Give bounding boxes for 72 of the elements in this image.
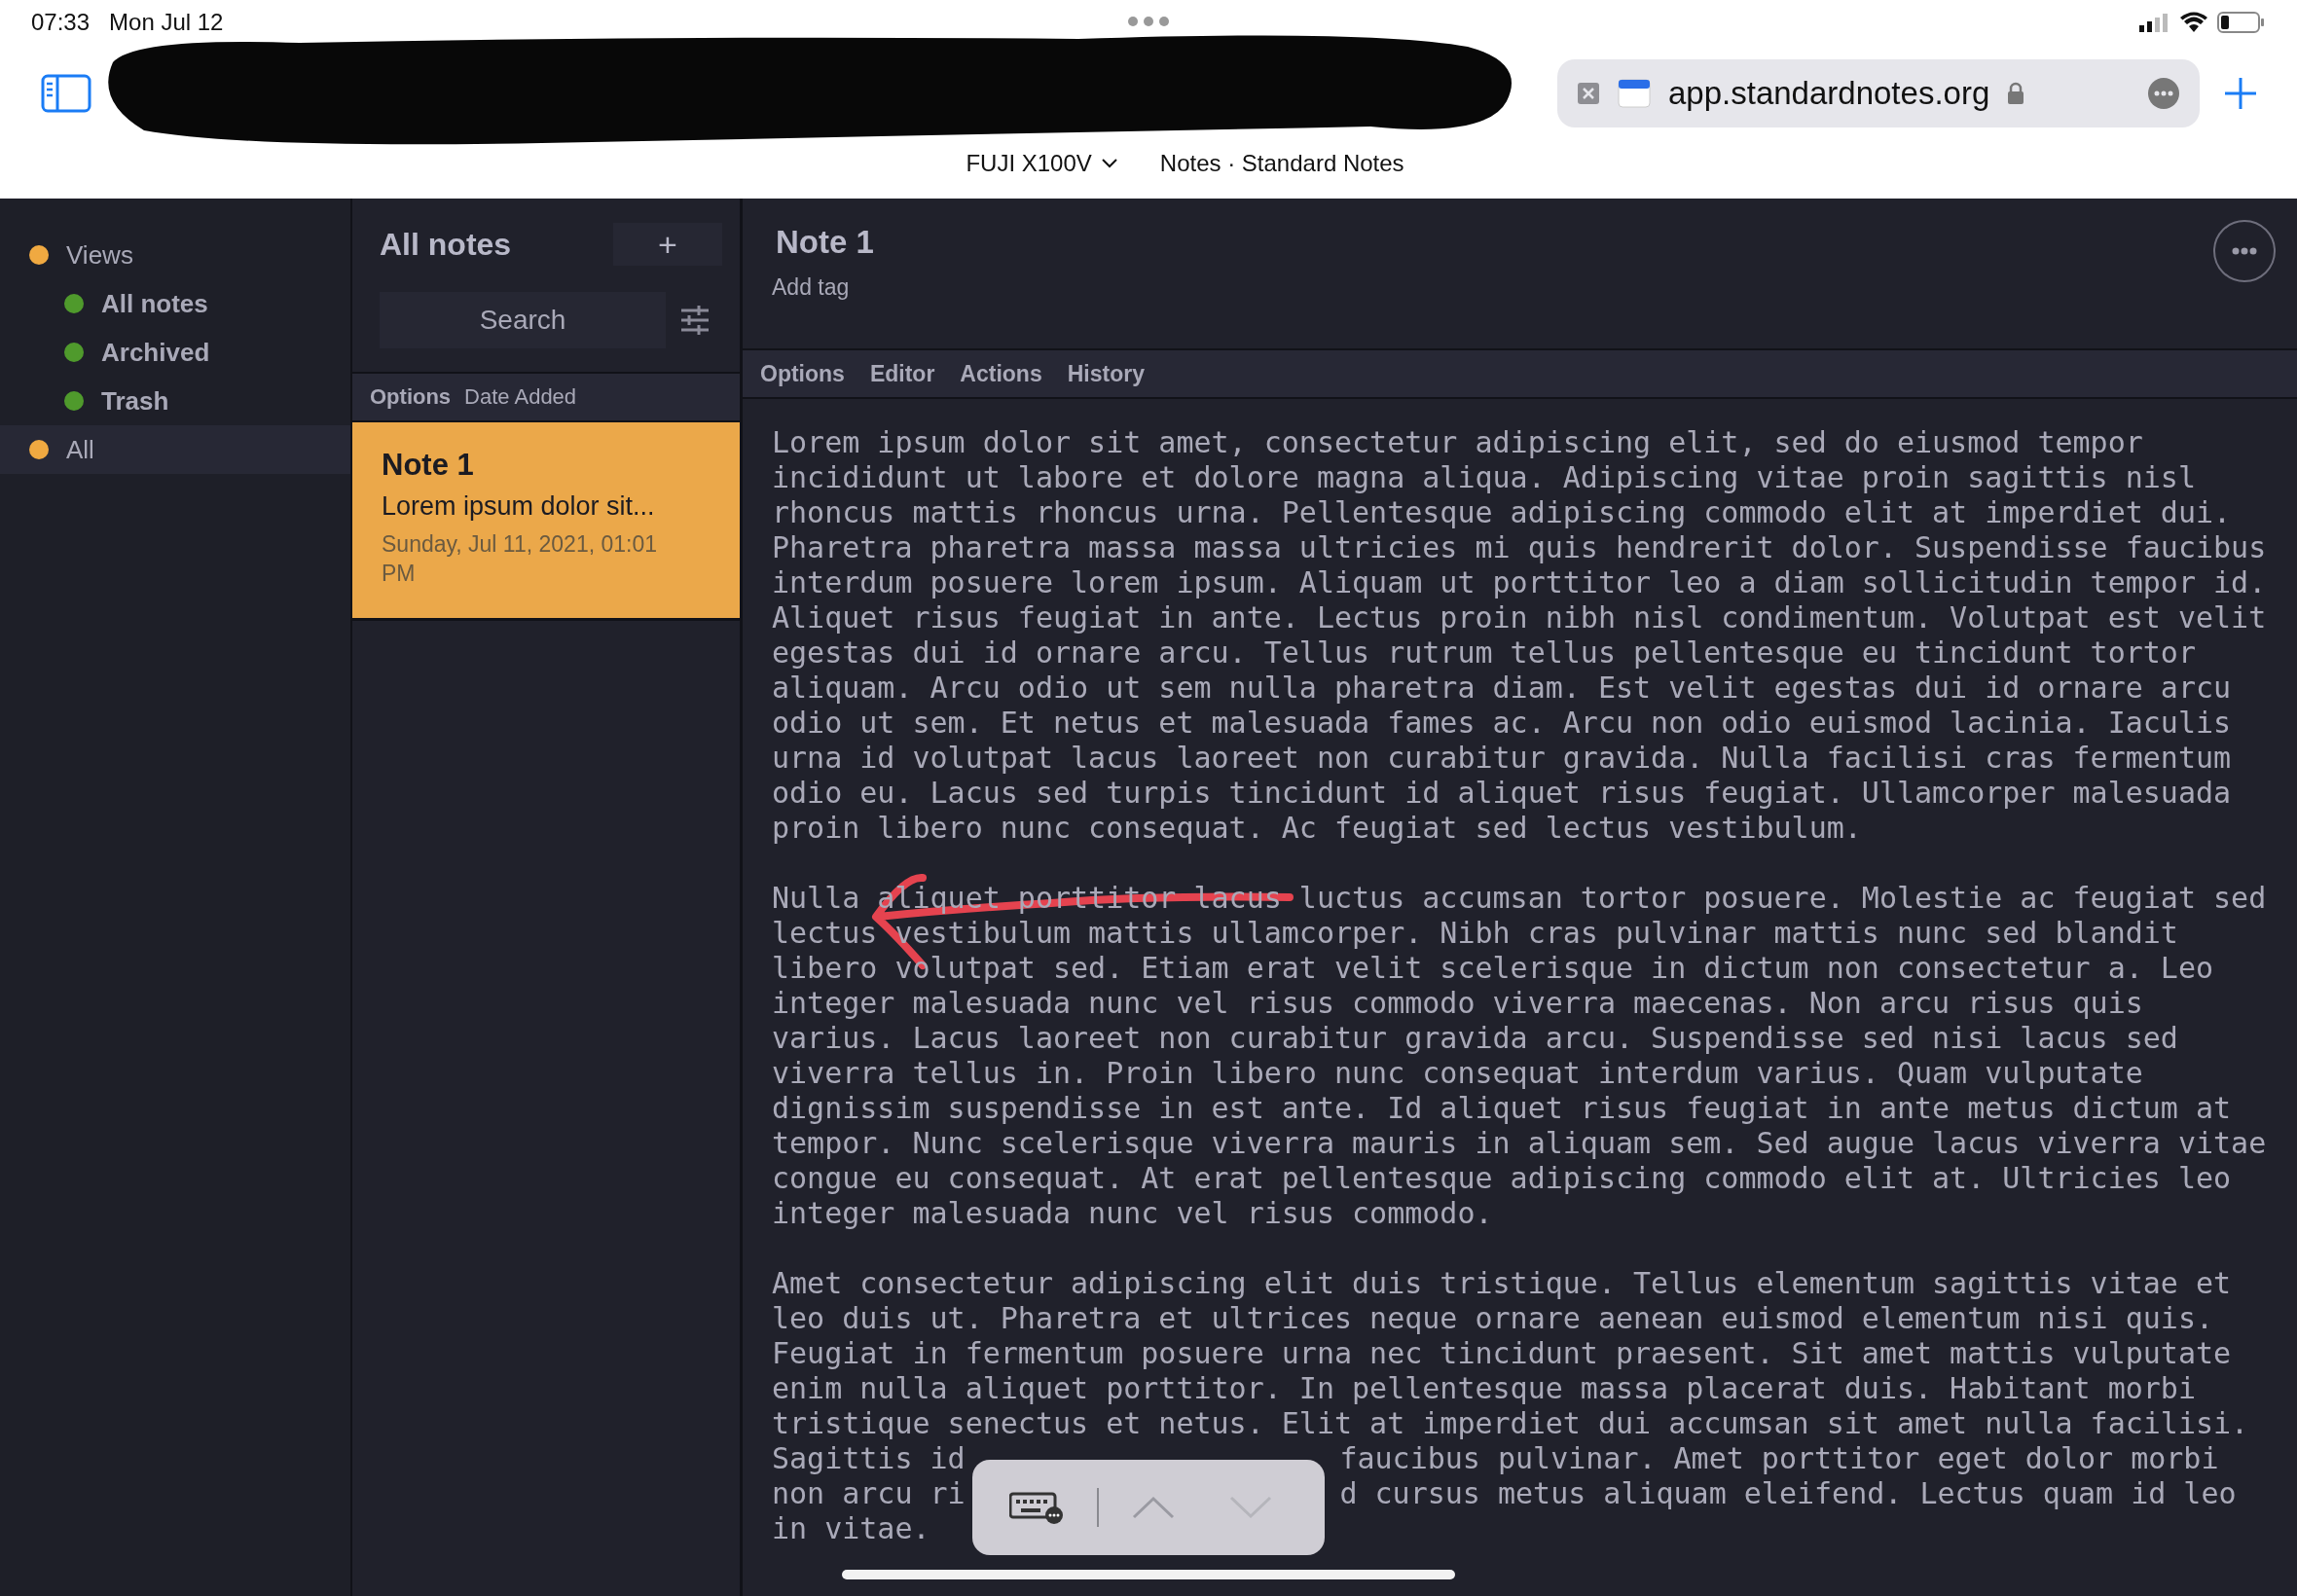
text-line: odio eu. Lacus sed turpis tincidunt id aliquet risus feugiat. Ullamcorper malesuada <box>772 776 2232 811</box>
text-line: non arcu ri <box>772 1476 966 1511</box>
text-line: viverra tellus in. Proin libero nunc consequat interdum varius. Quam vulputate <box>772 1056 2143 1091</box>
text-line: odio ut sem. Et netus et malesuada fames ac. Arcu non odio euismod lacinia. Iaculis <box>772 706 2232 741</box>
text-line: libero volutpat sed. Etiam erat velit scelerisque in dictum non consectetur a. Leo <box>772 951 2214 986</box>
lock-icon <box>2007 82 2025 105</box>
tag-field[interactable]: Add tag <box>772 274 1060 301</box>
more-icon <box>2232 247 2257 255</box>
sidebar-toggle-icon[interactable] <box>41 74 91 113</box>
text-line: in vitae. <box>772 1511 930 1546</box>
sort-label: Date Added <box>464 384 577 410</box>
text-line: egestas dui id ornare arcu. Tellus rutrum tellus pellentesque eu tincidunt tortor <box>772 635 2196 671</box>
sidebar-item[interactable]: Archived <box>0 328 350 377</box>
sidebar-item[interactable]: Trash <box>0 377 350 425</box>
note-preview: Lorem ipsum dolor sit... <box>382 491 656 522</box>
text-line: congue eu consequat. At erat pellentesque adipiscing commodo elit at. Ultricies leo <box>772 1161 2232 1196</box>
text-line: Lorem ipsum dolor sit amet, consectetur adipiscing elit, sed do eiusmod tempor <box>772 425 2143 460</box>
text-line: Amet consectetur adipiscing elit duis tristique. Tellus elementum sagittis vitae et <box>772 1266 2232 1301</box>
text-line: enim nulla aliquet porttitor. In pellentesque massa placerat duis. Habitant morbi <box>772 1371 2196 1406</box>
note-date: Sunday, Jul 11, 2021, 01:01 PM <box>382 530 659 588</box>
note-title: Note 1 <box>382 448 475 483</box>
menu-item[interactable]: Actions <box>960 360 1042 387</box>
sidebar-item[interactable]: All <box>0 425 350 474</box>
sliders-icon[interactable] <box>679 305 711 336</box>
text-line: interdum posuere lorem ipsum. Aliquam ut porttitor leo a diam sollicitudin tempor id. <box>772 565 2267 600</box>
text-line: leo duis ut. Pharetra et ultrices neque ornare aenean euismod elementum nisi quis. <box>772 1301 2214 1336</box>
text-line: d cursus metus aliquam eleifend. Lectus quam id leo <box>1339 1476 2237 1511</box>
text-line: tristique senectus et netus. Elit at imperdiet dui accumsan sit amet nulla facilisi. <box>772 1406 2249 1441</box>
text-line: varius. Lacus laoreet non curabitur gravida arcu. Suspendisse sed nisi lacus sed <box>772 1021 2178 1056</box>
sidebar-item[interactable]: Views <box>0 231 350 279</box>
url-text: app.standardnotes.org <box>1668 75 1990 112</box>
text-line: Pharetra pharetra massa massa ultricies mi quis hendrerit dolor. Suspendisse faucibus <box>772 530 2267 565</box>
address-bar[interactable]: app.standardnotes.org <box>1557 59 2200 127</box>
close-icon[interactable] <box>1577 82 1600 105</box>
signal-icon <box>2139 13 2170 32</box>
battery-icon <box>2217 11 2266 34</box>
text-line: tempor. Nunc scelerisque viverra mauris in aliquam sem. Sed augue lacus viverra vitae <box>772 1126 2267 1161</box>
text-line: Sagittis id <box>772 1441 966 1476</box>
multitasking-icon[interactable] <box>1127 16 1170 27</box>
site-icon <box>1618 79 1651 108</box>
text-line: lectus vestibulum mattis ullamcorper. Nibh cras pulvinar mattis nunc sed blandit <box>772 916 2178 951</box>
keyboard-icon[interactable] <box>1009 1490 1064 1525</box>
text-line: rhoncus mattis rhoncus urna. Pellentesque adipiscing commodo elit at imperdiet dui. <box>772 495 2232 530</box>
text-line: aliquam. Arcu odio ut sem nulla pharetra diam. Est velit egestas dui id ornare arcu <box>772 671 2232 706</box>
new-tab-icon[interactable] <box>2223 76 2258 111</box>
wifi-icon <box>2180 12 2207 33</box>
menu-item[interactable]: Options <box>760 360 845 387</box>
date-text: Mon Jul 12 <box>109 9 224 36</box>
menu-item[interactable]: History <box>1067 360 1145 387</box>
text-line: proin libero nunc consequat. Ac feugiat sed lectus vestibulum. <box>772 811 1862 846</box>
tab-group-menu[interactable]: FUJI X100V <box>966 150 1117 177</box>
list-title: All notes <box>380 226 512 263</box>
text-line: integer malesuada nunc vel risus commodo viverra maecenas. Non arcu risus quis <box>772 986 2143 1021</box>
note-title[interactable]: Note 1 <box>772 224 1060 261</box>
text-line: Feugiat in fermentum posuere urna nec tincidunt praesent. Sit amet mattis vulputate <box>772 1336 2232 1371</box>
more-button[interactable] <box>2213 220 2276 282</box>
text-line: incididunt ut labore et dolore magna aliqua. Adipiscing vitae proin sagittis nisl <box>772 460 2196 495</box>
menu-item[interactable]: Editor <box>869 360 935 387</box>
text-line: Aliquet risus feugiat in ante. Lectus proin nibh nisl condimentum. Volutpat est velit <box>772 600 2267 635</box>
search-field[interactable]: Search <box>380 292 666 348</box>
text-line: faucibus pulvinar. Amet porttitor eget dolor morbi <box>1339 1441 2219 1476</box>
options-label[interactable]: Options <box>370 384 452 410</box>
clock-time: 07:33 <box>31 9 91 36</box>
sidebar-item[interactable]: All notes <box>0 279 350 328</box>
chevron-icon <box>1101 159 1117 168</box>
text-line: dignissim suspendisse in est ante. Id aliquet risus feugiat in ante metus dictum at <box>772 1091 2232 1126</box>
note-card[interactable]: Note 1 Lorem ipsum dolor sit... Sunday, Jul 11, 2021, 01:01 PM <box>352 422 740 621</box>
page-title: Notes · Standard Notes <box>1159 150 1404 177</box>
more-icon[interactable] <box>2147 77 2180 110</box>
new-note-button[interactable]: + <box>613 223 722 266</box>
text-line: urna id volutpat lacus laoreet non curabitur gravida. Nulla facilisi cras fermentum <box>772 741 2232 776</box>
text-line: integer malesuada nunc vel risus commodo. <box>772 1196 1493 1231</box>
